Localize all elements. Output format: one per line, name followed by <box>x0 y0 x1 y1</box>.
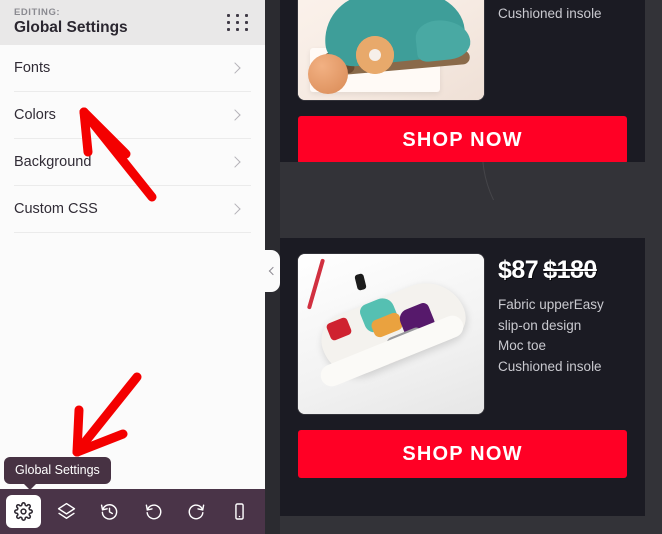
shoe-illustration-teal <box>298 0 484 100</box>
app-root: Fabric upperEasy slip-on design Moc toe … <box>0 0 662 534</box>
chevron-right-icon <box>229 109 241 121</box>
product-section-2: $87 $180 Fabric upperEasy slip-on design … <box>280 238 645 516</box>
menu-item-custom-css[interactable]: Custom CSS <box>14 186 251 233</box>
product-row: $87 $180 Fabric upperEasy slip-on design … <box>298 238 627 414</box>
toolbar-redo-button[interactable] <box>179 495 214 528</box>
chevron-right-icon <box>229 156 241 168</box>
price-original: $180 <box>543 256 597 284</box>
shoe-illustration-sneaker <box>298 254 484 414</box>
toolbar-global-settings-button[interactable] <box>6 495 42 528</box>
product-feature: Fabric upperEasy <box>498 297 604 312</box>
history-clock-icon <box>100 502 119 521</box>
redo-arrow-icon <box>187 502 206 521</box>
section-divider-band <box>280 162 662 200</box>
menu-item-background[interactable]: Background <box>14 139 251 186</box>
product-info-1: Fabric upperEasy slip-on design Moc toe … <box>498 0 627 100</box>
product-feature: Cushioned insole <box>498 358 602 374</box>
product-image-2[interactable] <box>298 254 484 414</box>
editor-bottom-toolbar <box>0 489 265 534</box>
gear-icon <box>14 502 34 521</box>
global-settings-tooltip: Global Settings <box>4 457 111 490</box>
page-title: Global Settings <box>14 19 128 37</box>
product-price: $87 $180 <box>498 256 627 285</box>
mobile-device-icon <box>230 502 249 521</box>
product-feature: slip-on design <box>498 317 582 333</box>
undo-arrow-icon <box>144 502 163 521</box>
panel-collapse-handle[interactable] <box>263 250 280 292</box>
toolbar-undo-button[interactable] <box>136 495 171 528</box>
menu-item-label: Fonts <box>14 60 51 76</box>
shop-now-button-1[interactable]: SHOP NOW <box>298 116 627 164</box>
shop-now-button-2[interactable]: SHOP NOW <box>298 430 627 478</box>
product-section-1: Fabric upperEasy slip-on design Moc toe … <box>280 0 645 164</box>
price-current: $87 <box>498 256 539 284</box>
decorative-curve <box>482 162 662 200</box>
layers-icon <box>57 502 76 521</box>
page-preview-canvas[interactable]: Fabric upperEasy slip-on design Moc toe … <box>280 0 662 534</box>
drag-dots-icon[interactable] <box>224 11 253 34</box>
toolbar-layers-button[interactable] <box>49 495 84 528</box>
product-image-1[interactable] <box>298 0 484 100</box>
product-feature: Moc toe <box>498 338 547 353</box>
menu-item-fonts[interactable]: Fonts <box>14 45 251 92</box>
chevron-right-icon <box>229 62 241 74</box>
panel-header: EDITING: Global Settings <box>0 0 265 45</box>
menu-item-label: Custom CSS <box>14 201 98 217</box>
menu-item-colors[interactable]: Colors <box>14 92 251 139</box>
chevron-left-icon <box>268 266 277 276</box>
toolbar-revisions-button[interactable] <box>92 495 127 528</box>
chevron-right-icon <box>229 203 241 215</box>
editing-label: EDITING: <box>14 7 61 19</box>
product-row: Fabric upperEasy slip-on design Moc toe … <box>298 0 627 100</box>
menu-item-label: Colors <box>14 107 56 123</box>
menu-item-label: Background <box>14 154 92 170</box>
toolbar-responsive-preview-button[interactable] <box>222 495 257 528</box>
editor-settings-panel: EDITING: Global Settings Fonts Colors Ba… <box>0 0 265 534</box>
product-feature: Cushioned insole <box>498 5 602 21</box>
product-info-2: $87 $180 Fabric upperEasy slip-on design … <box>498 254 627 414</box>
